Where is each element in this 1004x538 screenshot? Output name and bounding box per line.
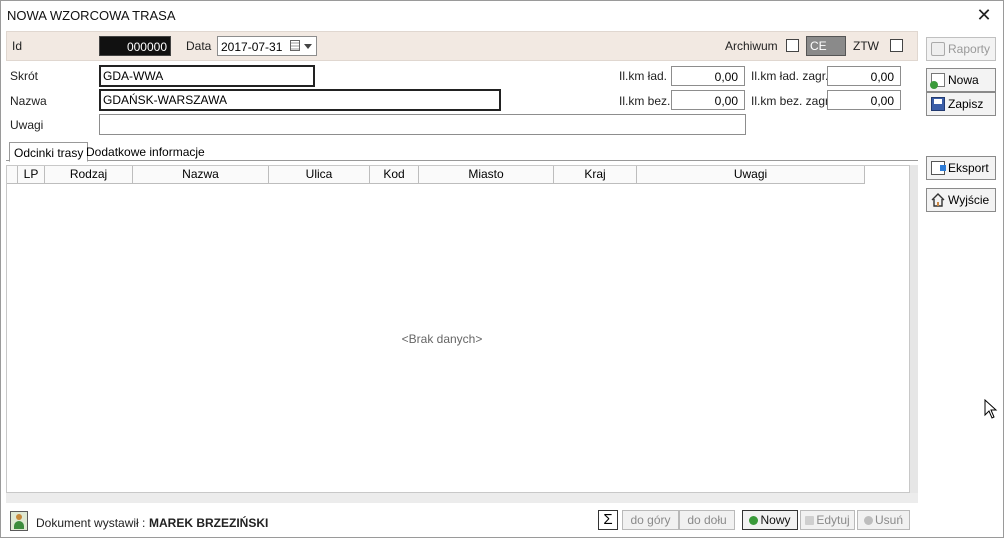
- report-icon: [931, 42, 945, 56]
- dialog-window: NOWA WZORCOWA TRASA ✕ Id 000000 Data 201…: [0, 0, 1004, 538]
- home-icon: [931, 193, 945, 207]
- raporty-label: Raporty: [948, 42, 991, 56]
- delete-row-button[interactable]: Usuń: [857, 510, 910, 530]
- user-icon[interactable]: [10, 511, 28, 531]
- delete-icon: [863, 516, 873, 525]
- mouse-pointer-icon: [984, 399, 998, 419]
- km-bez-zagr-field[interactable]: 0,00: [827, 90, 901, 110]
- column-header-lp[interactable]: LP: [18, 166, 45, 184]
- km-bez-label: Il.km bez.: [619, 94, 671, 108]
- nazwa-label: Nazwa: [10, 94, 47, 108]
- wyjscie-label: Wyjście: [948, 193, 990, 207]
- nowa-label: Nowa: [948, 73, 979, 87]
- window-title: NOWA WZORCOWA TRASA: [7, 8, 176, 23]
- zapisz-button[interactable]: Zapisz: [926, 92, 996, 116]
- edit-row-button[interactable]: Edytuj: [800, 510, 855, 530]
- column-header-kod[interactable]: Kod: [370, 166, 419, 184]
- skrot-field[interactable]: GDA-WWA: [99, 65, 315, 87]
- zapisz-label: Zapisz: [948, 97, 984, 111]
- issuer-label: Dokument wystawił :: [36, 516, 146, 530]
- sum-button[interactable]: Σ: [598, 510, 618, 530]
- issuer-name: MAREK BRZEZIŃSKI: [149, 516, 269, 530]
- export-icon: [931, 161, 946, 175]
- row-indicator-header: [7, 166, 18, 184]
- delete-row-label: Usuń: [874, 513, 903, 527]
- empty-grid-message: <Brak danych>: [401, 332, 483, 346]
- nowa-button[interactable]: Nowa: [926, 68, 996, 92]
- tab-odcinki-trasy[interactable]: Odcinki trasy: [9, 142, 89, 162]
- close-icon[interactable]: ✕: [973, 4, 995, 26]
- km-bez-zagr-label: Il.km bez. zagr.: [751, 94, 832, 108]
- wyjscie-button[interactable]: Wyjście: [926, 188, 996, 212]
- ztw-label: ZTW: [853, 39, 879, 53]
- ztw-checkbox[interactable]: [890, 39, 903, 52]
- edit-icon: [805, 516, 815, 525]
- km-lad-zagr-field[interactable]: 0,00: [827, 66, 901, 86]
- column-header-ulica[interactable]: Ulica: [269, 166, 370, 184]
- title-bar: NOWA WZORCOWA TRASA ✕: [1, 1, 1003, 29]
- archiwum-label: Archiwum: [725, 39, 778, 53]
- tab-dodatkowe-informacje[interactable]: Dodatkowe informacje: [82, 142, 209, 162]
- eksport-label: Eksport: [948, 161, 989, 175]
- km-lad-field[interactable]: 0,00: [671, 66, 745, 86]
- column-header-nazwa[interactable]: Nazwa: [133, 166, 269, 184]
- new-document-icon: [930, 73, 945, 89]
- grid-footer-strip: [6, 493, 918, 503]
- km-lad-zagr-label: Il.km ład. zagr.: [751, 69, 829, 83]
- column-header-miasto[interactable]: Miasto: [419, 166, 554, 184]
- date-picker[interactable]: 2017-07-31: [217, 36, 317, 56]
- grid-scroll-gutter: [910, 165, 918, 493]
- footer-bar: Dokument wystawił : MAREK BRZEZIŃSKI Σ d…: [1, 507, 1003, 537]
- column-header-rodzaj[interactable]: Rodzaj: [45, 166, 133, 184]
- calendar-icon[interactable]: [290, 40, 300, 51]
- data-label: Data: [186, 39, 212, 53]
- chevron-down-icon[interactable]: [304, 44, 312, 49]
- skrot-label: Skrót: [10, 69, 39, 83]
- km-bez-field[interactable]: 0,00: [671, 90, 745, 110]
- uwagi-label: Uwagi: [10, 118, 44, 132]
- id-label: Id: [12, 39, 23, 53]
- km-lad-label: Il.km ład.: [619, 69, 668, 83]
- date-value: 2017-07-31: [221, 40, 283, 54]
- add-icon: [749, 516, 759, 525]
- archiwum-checkbox[interactable]: [786, 39, 799, 52]
- move-down-button[interactable]: do dołu: [679, 510, 735, 530]
- tab-bar: Odcinki trasy Dodatkowe informacje: [6, 141, 918, 162]
- uwagi-field[interactable]: [99, 114, 746, 135]
- eksport-button[interactable]: Eksport: [926, 156, 996, 180]
- new-row-label: Nowy: [760, 513, 791, 527]
- column-header-uwagi[interactable]: Uwagi: [637, 166, 865, 184]
- save-icon: [931, 97, 945, 111]
- new-row-button[interactable]: Nowy: [742, 510, 798, 530]
- column-header-kraj[interactable]: Kraj: [554, 166, 637, 184]
- header-band: Id 000000 Data 2017-07-31 Archiwum CE ZT…: [6, 31, 918, 61]
- nazwa-field[interactable]: GDAŃSK-WARSZAWA: [99, 89, 501, 111]
- id-field[interactable]: 000000: [99, 36, 171, 56]
- raporty-button[interactable]: Raporty: [926, 37, 996, 61]
- edit-row-label: Edytuj: [816, 513, 850, 527]
- ce-field: CE: [806, 36, 846, 56]
- odcinki-grid[interactable]: LP Rodzaj Nazwa Ulica Kod Miasto Kraj Uw…: [6, 165, 910, 493]
- move-up-button[interactable]: do góry: [622, 510, 679, 530]
